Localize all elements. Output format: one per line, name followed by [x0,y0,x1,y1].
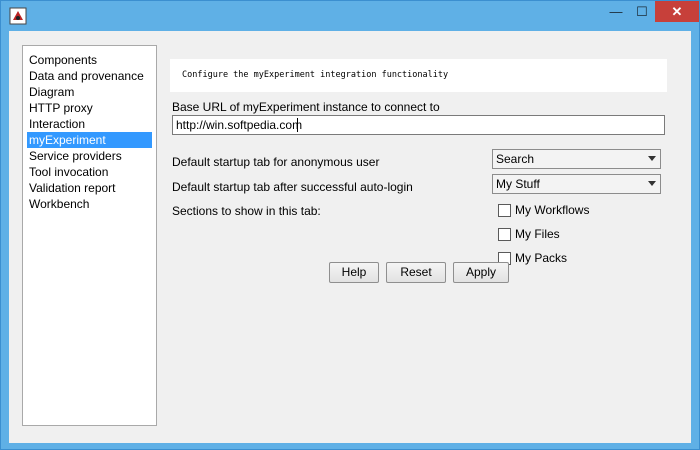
title-bar[interactable]: — ☐ ✕ [1,1,699,31]
anon-tab-label: Default startup tab for anonymous user [172,155,380,169]
chevron-down-icon [648,181,656,186]
description-box: Configure the myExperiment integration f… [170,59,667,92]
my-files-checkbox[interactable] [498,227,511,241]
login-tab-label: Default startup tab after successful aut… [172,180,413,194]
nav-item-myexperiment[interactable]: myExperiment [27,132,152,148]
app-icon [9,7,27,25]
base-url-label: Base URL of myExperiment instance to con… [172,100,440,114]
nav-item-diagram[interactable]: Diagram [27,84,152,100]
close-button[interactable]: ✕ [655,1,699,22]
reset-button[interactable]: Reset [386,262,446,283]
my-files-label: My Files [515,227,560,241]
app-window: — ☐ ✕ Components Data and provenance Dia… [0,0,700,450]
nav-item-data-and-provenance[interactable]: Data and provenance [27,68,152,84]
anon-tab-select[interactable]: Search [492,149,661,169]
sections-label: Sections to show in this tab: [172,204,321,218]
settings-panel: Configure the myExperiment integration f… [162,45,667,426]
my-workflows-checkbox[interactable] [498,203,511,217]
section-my-files[interactable]: My Files [498,226,560,242]
anon-tab-value: Search [496,152,535,166]
text-caret [297,118,298,132]
chevron-down-icon [648,156,656,161]
preferences-dialog: Components Data and provenance Diagram H… [9,31,691,443]
login-tab-select[interactable]: My Stuff [492,174,661,194]
nav-item-tool-invocation[interactable]: Tool invocation [27,164,152,180]
panel-description: Configure the myExperiment integration f… [182,70,449,80]
nav-item-workbench[interactable]: Workbench [27,196,152,212]
nav-item-http-proxy[interactable]: HTTP proxy [27,100,152,116]
maximize-button[interactable]: ☐ [629,1,655,22]
category-list: Components Data and provenance Diagram H… [22,45,157,426]
my-packs-label: My Packs [515,251,568,265]
my-workflows-label: My Workflows [515,203,590,217]
nav-item-interaction[interactable]: Interaction [27,116,152,132]
base-url-value: http://win.softpedia.com [176,118,303,132]
base-url-input[interactable]: http://win.softpedia.com [172,115,665,135]
login-tab-value: My Stuff [496,177,540,191]
nav-item-validation-report[interactable]: Validation report [27,180,152,196]
nav-item-service-providers[interactable]: Service providers [27,148,152,164]
help-button[interactable]: Help [329,262,379,283]
minimize-button[interactable]: — [603,1,629,22]
apply-button[interactable]: Apply [453,262,509,283]
section-my-workflows[interactable]: My Workflows [498,202,589,218]
nav-item-components[interactable]: Components [27,52,152,68]
